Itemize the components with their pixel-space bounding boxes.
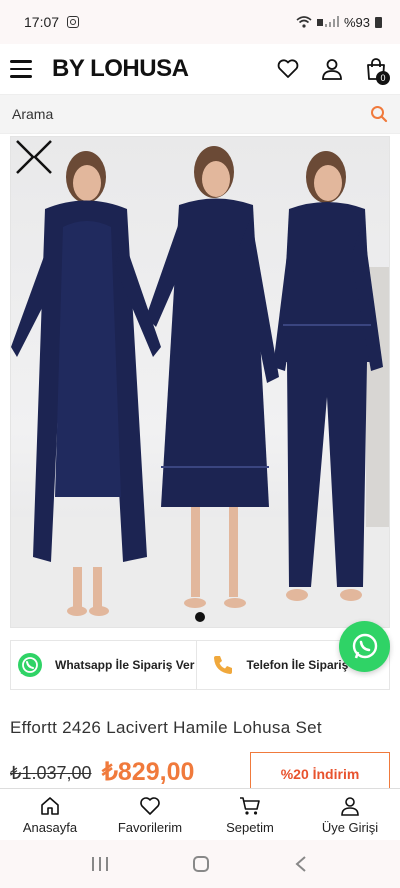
whatsapp-order-label: Whatsapp İle Sipariş Ver (55, 658, 195, 672)
whatsapp-icon (18, 653, 42, 677)
search-input[interactable] (12, 106, 370, 122)
wifi-icon (296, 16, 312, 28)
home-button-icon[interactable] (192, 856, 209, 872)
price-row: ₺1.037,00 ₺829,00 %20 İndirim (10, 752, 390, 796)
slider-dots (10, 612, 390, 622)
favorites-heart-icon[interactable] (276, 57, 300, 81)
new-price: ₺829,00 (102, 758, 195, 786)
home-icon (41, 796, 59, 815)
slider-next-arrow-icon[interactable] (11, 137, 39, 177)
site-header: BY LOHUSA 0 (0, 44, 400, 94)
nav-label-favorites: Favorilerim (117, 819, 183, 835)
whatsapp-floating-button[interactable] (339, 621, 390, 672)
nav-label-login: Üye Girişi (321, 819, 379, 835)
nav-label-home: Anasayfa (22, 819, 78, 835)
bottom-navigation: Anasayfa Favorilerim Sepetim Üye Girişi (0, 788, 400, 840)
nav-item-login[interactable]: Üye Girişi (300, 789, 400, 840)
product-image-slider[interactable] (10, 136, 390, 628)
instagram-icon (67, 16, 80, 28)
phone-icon (213, 656, 232, 674)
battery-level: %93 (343, 14, 370, 30)
cart-button[interactable]: 0 (364, 57, 390, 85)
nav-item-cart[interactable]: Sepetim (200, 789, 300, 840)
back-icon[interactable] (294, 855, 308, 873)
search-bar (0, 94, 400, 134)
status-time: 17:07 (24, 14, 60, 30)
nav-item-home[interactable]: Anasayfa (0, 789, 100, 840)
search-icon[interactable] (370, 105, 388, 123)
cart-count-badge: 0 (376, 71, 390, 85)
whatsapp-fab-icon (352, 633, 377, 658)
system-navigation-bar (0, 840, 400, 888)
product-image (11, 146, 389, 627)
account-user-icon[interactable] (320, 57, 344, 81)
phone-order-label: Telefon İle Sipariş (246, 658, 349, 672)
recent-apps-icon[interactable] (92, 857, 109, 871)
contact-buttons: Whatsapp İle Sipariş Ver Telefon İle Sip… (10, 640, 390, 690)
battery-icon (375, 16, 382, 28)
nav-item-favorites[interactable]: Favorilerim (100, 789, 200, 840)
site-logo[interactable]: BY LOHUSA (52, 55, 189, 83)
nav-label-cart: Sepetim (226, 819, 274, 835)
slider-dot-active[interactable] (195, 612, 205, 622)
cart-icon (240, 796, 260, 815)
signal-icon (316, 16, 339, 27)
whatsapp-order-button[interactable]: Whatsapp İle Sipariş Ver (11, 641, 196, 689)
user-icon (341, 796, 359, 816)
product-title: Effortt 2426 Lacivert Hamile Lohusa Set (10, 718, 322, 737)
status-bar: 17:07 %93 (0, 0, 400, 44)
old-price: ₺1.037,00 (10, 763, 92, 783)
heart-icon (140, 796, 160, 815)
menu-icon[interactable] (10, 60, 32, 78)
